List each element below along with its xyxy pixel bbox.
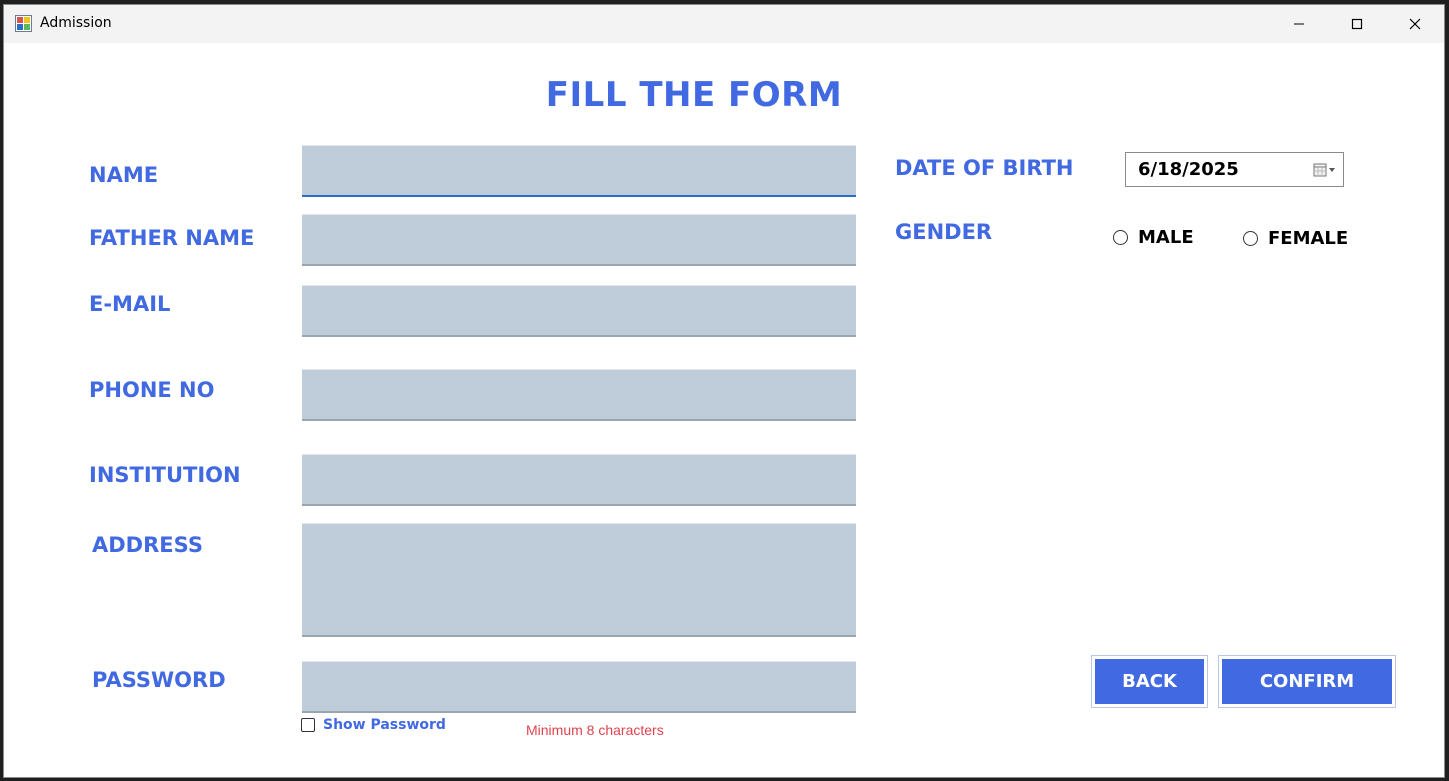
address-label: ADDRESS — [92, 533, 203, 557]
close-icon — [1409, 18, 1421, 30]
name-input[interactable] — [302, 145, 856, 197]
window-title: Admission — [40, 15, 112, 31]
form-app-icon — [15, 15, 32, 32]
gender-option-label[interactable]: FEMALE — [1268, 228, 1348, 249]
calendar-dropdown-icon[interactable] — [1313, 163, 1337, 177]
form-title: FILL THE FORM — [545, 75, 843, 115]
gender-radio-female[interactable]: FEMALE — [1243, 228, 1348, 249]
father-name-label: FATHER NAME — [89, 226, 255, 250]
gender-option-label[interactable]: MALE — [1138, 227, 1194, 248]
back-button[interactable]: BACK — [1091, 655, 1208, 708]
institution-label: INSTITUTION — [89, 463, 241, 487]
close-button[interactable] — [1386, 5, 1444, 43]
email-input[interactable] — [302, 285, 856, 337]
radio-icon[interactable] — [1113, 230, 1128, 245]
password-label: PASSWORD — [92, 668, 226, 692]
name-label: NAME — [89, 163, 159, 187]
gender-radio-male[interactable]: MALE — [1113, 227, 1194, 248]
email-label: E-MAIL — [89, 292, 171, 316]
confirm-button[interactable]: CONFIRM — [1218, 655, 1396, 708]
password-input[interactable] — [302, 661, 856, 713]
address-input[interactable] — [302, 523, 856, 637]
dob-label: DATE OF BIRTH — [895, 156, 1074, 180]
gender-label: GENDER — [895, 220, 993, 244]
minimize-icon — [1294, 23, 1304, 25]
father-name-input[interactable] — [302, 214, 856, 266]
title-bar[interactable]: Admission — [4, 5, 1444, 43]
admission-window: Admission FILL THE FORM NAME FATHER NAME… — [3, 4, 1445, 778]
institution-input[interactable] — [302, 454, 856, 506]
maximize-button[interactable] — [1328, 5, 1386, 43]
phone-label: PHONE NO — [89, 378, 215, 402]
show-password-label[interactable]: Show Password — [323, 717, 446, 733]
dob-date-picker[interactable]: 6/18/2025 — [1125, 152, 1344, 187]
password-hint: Minimum 8 characters — [526, 722, 664, 738]
phone-input[interactable] — [302, 369, 856, 421]
show-password-checkbox[interactable]: Show Password — [301, 717, 446, 733]
checkbox-icon[interactable] — [301, 718, 315, 732]
maximize-icon — [1351, 18, 1363, 30]
dob-value[interactable]: 6/18/2025 — [1138, 159, 1313, 180]
minimize-button[interactable] — [1270, 5, 1328, 43]
radio-icon[interactable] — [1243, 231, 1258, 246]
